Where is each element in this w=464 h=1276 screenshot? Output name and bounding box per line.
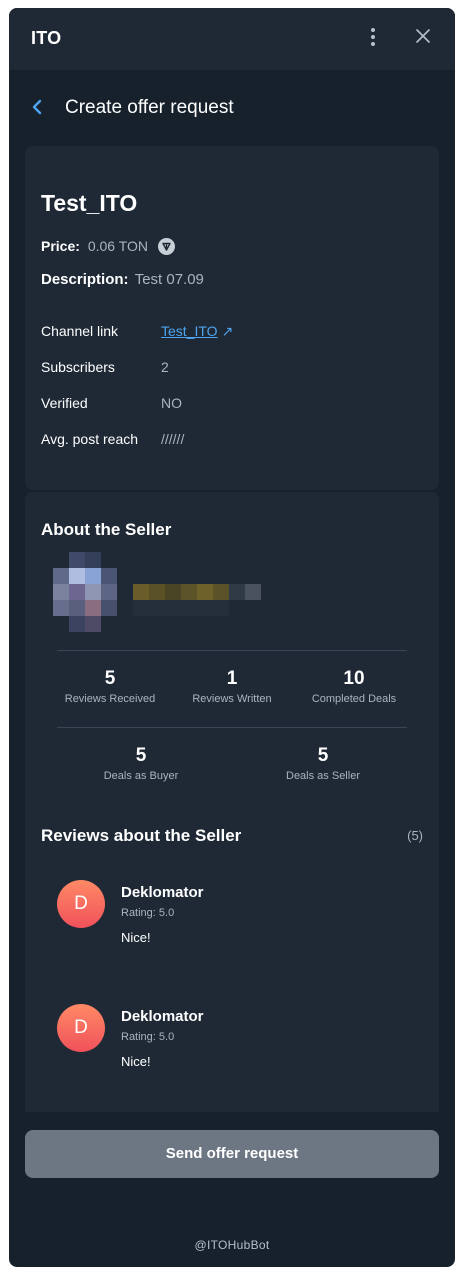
channel-link-label: Channel link bbox=[41, 323, 119, 339]
stat-value: 5 bbox=[135, 745, 147, 766]
reviews-count: (5) bbox=[407, 828, 423, 843]
seller-card: About the Seller 5 Reviews Received 1 Re… bbox=[25, 492, 439, 1112]
review-text: Nice! bbox=[121, 930, 151, 945]
review-text: Nice! bbox=[121, 1054, 151, 1069]
reviewer-name: Deklomator bbox=[121, 1008, 204, 1025]
channel-link[interactable]: Test_ITO ↗ bbox=[161, 323, 233, 340]
reviewer-avatar: D bbox=[57, 1004, 105, 1052]
divider bbox=[57, 650, 407, 651]
price-row: Price: 0.06 TON bbox=[41, 237, 175, 256]
stat-value: 10 bbox=[343, 668, 365, 689]
review-rating: Rating: 5.0 bbox=[121, 1031, 175, 1043]
review-rating: Rating: 5.0 bbox=[121, 907, 175, 919]
avg-post-reach-label: Avg. post reach bbox=[41, 431, 139, 447]
stat-label: Deals as Buyer bbox=[103, 770, 179, 782]
description-value: Test 07.09 bbox=[134, 271, 204, 288]
price-value: 0.06 TON bbox=[87, 238, 148, 254]
subscribers-label: Subscribers bbox=[41, 359, 115, 375]
product-name: Test_ITO bbox=[41, 190, 138, 216]
stat-reviews-written: 1 Reviews Written bbox=[167, 668, 297, 705]
review-item: D Deklomator Rating: 5.0 Nice! bbox=[57, 1004, 417, 1094]
title-bar: ITO bbox=[9, 8, 455, 70]
stat-value: 5 bbox=[317, 745, 329, 766]
ton-icon bbox=[157, 237, 175, 255]
reviews-title: Reviews about the Seller bbox=[41, 826, 242, 845]
reviewer-avatar: D bbox=[57, 880, 105, 928]
stat-value: 5 bbox=[104, 668, 116, 689]
stat-label: Deals as Seller bbox=[286, 770, 360, 782]
more-menu-icon[interactable] bbox=[365, 28, 381, 48]
stat-completed-deals: 10 Completed Deals bbox=[289, 668, 419, 705]
offer-card: Test_ITO Price: 0.06 TON Description: Te… bbox=[25, 146, 439, 490]
stat-reviews-received: 5 Reviews Received bbox=[45, 668, 175, 705]
stat-deals-as-seller: 5 Deals as Seller bbox=[258, 745, 388, 782]
divider bbox=[57, 727, 407, 728]
price-label: Price: bbox=[41, 238, 80, 254]
subscribers-value: 2 bbox=[161, 359, 169, 375]
seller-name-redacted bbox=[133, 584, 263, 616]
close-icon[interactable] bbox=[415, 28, 435, 48]
stat-deals-as-buyer: 5 Deals as Buyer bbox=[76, 745, 206, 782]
back-arrow-icon[interactable] bbox=[31, 98, 45, 118]
page-title: Create offer request bbox=[65, 97, 234, 118]
verified-value: NO bbox=[161, 395, 182, 411]
stat-value: 1 bbox=[226, 668, 238, 689]
stat-label: Reviews Received bbox=[64, 693, 156, 705]
stat-label: Completed Deals bbox=[311, 693, 397, 705]
verified-label: Verified bbox=[41, 395, 88, 411]
reviewer-name: Deklomator bbox=[121, 884, 204, 901]
avg-post-reach-value: ////// bbox=[161, 431, 185, 447]
review-item: D Deklomator Rating: 5.0 Nice! bbox=[57, 880, 417, 970]
description-row: Description: Test 07.09 bbox=[41, 271, 204, 288]
channel-link-text[interactable]: Test_ITO bbox=[161, 323, 218, 339]
footer-bot-name: @ITOHubBot bbox=[194, 1238, 270, 1252]
seller-avatar bbox=[53, 552, 119, 632]
about-seller-title: About the Seller bbox=[41, 520, 172, 539]
description-label: Description: bbox=[41, 271, 129, 288]
external-link-icon: ↗ bbox=[221, 323, 234, 339]
app-title: ITO bbox=[31, 28, 62, 48]
send-offer-button[interactable]: Send offer request bbox=[25, 1130, 439, 1178]
app-window: ITO Create offer request Test_ITO Price:… bbox=[9, 8, 455, 1267]
page-header: Create offer request bbox=[9, 70, 455, 144]
stat-label: Reviews Written bbox=[192, 693, 272, 705]
